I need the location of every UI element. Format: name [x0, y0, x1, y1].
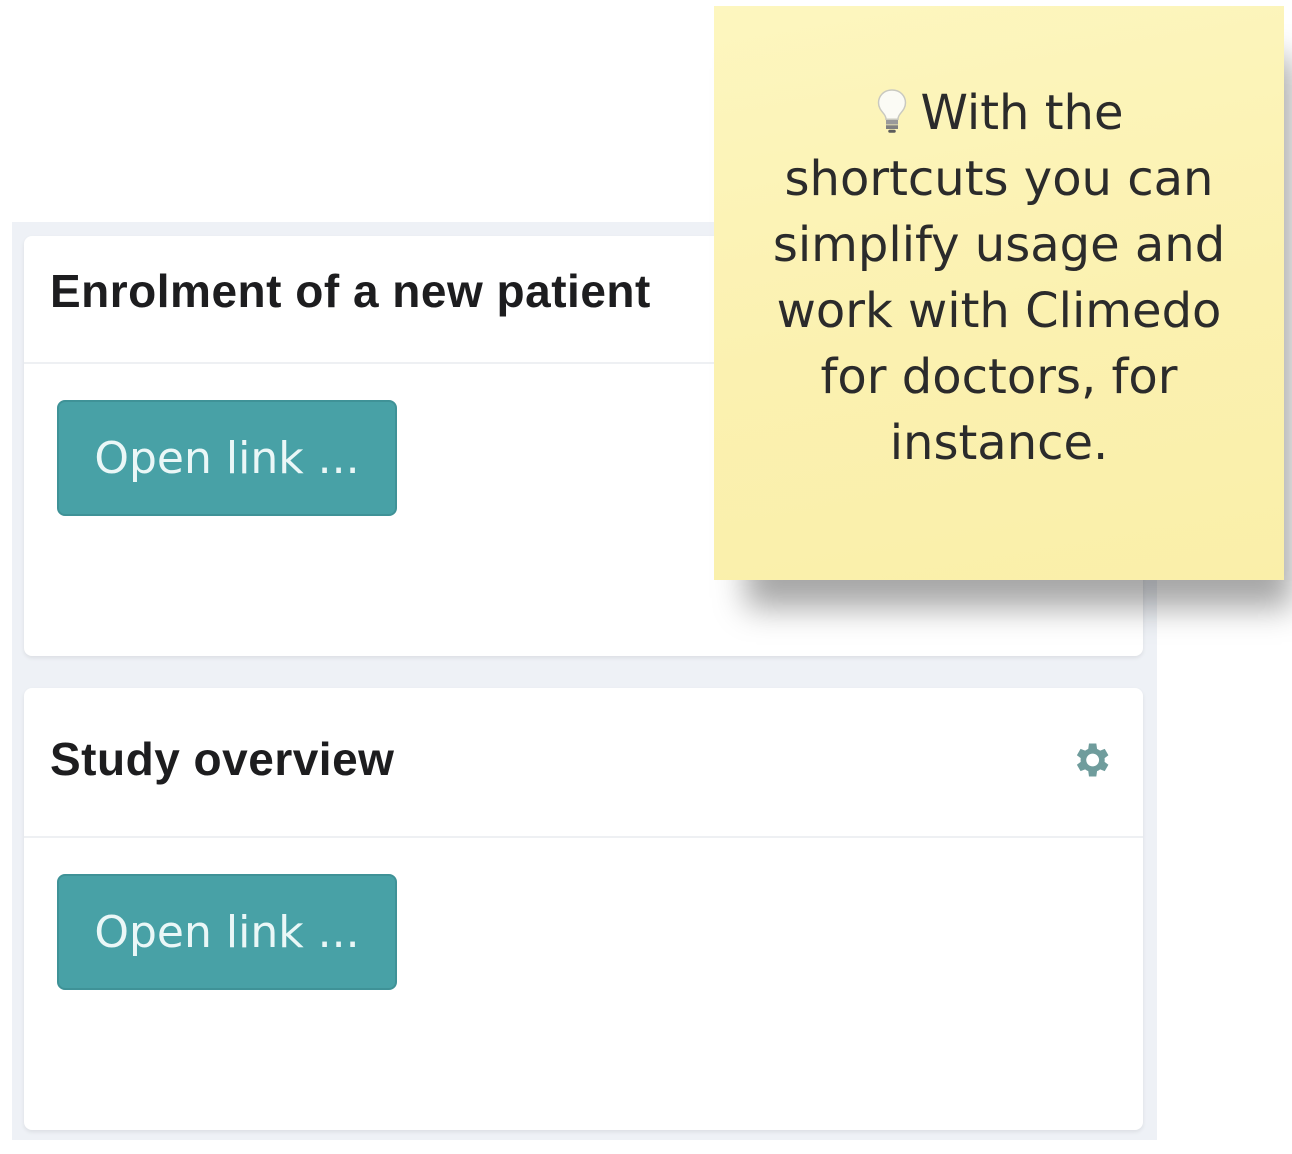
card-header: Study overview	[24, 688, 1143, 838]
shortcut-card-study-overview: Study overview Open link ...	[24, 688, 1143, 1130]
gear-icon[interactable]	[1069, 738, 1113, 782]
sticky-note-text: With the shortcuts you can simplify usag…	[772, 85, 1226, 471]
card-title: Enrolment of a new patient	[50, 265, 651, 317]
sticky-note: With the shortcuts you can simplify usag…	[714, 6, 1284, 580]
page: Enrolment of a new patient Open link ...…	[0, 0, 1292, 1154]
open-link-button[interactable]: Open link ...	[57, 874, 397, 990]
open-link-button[interactable]: Open link ...	[57, 400, 397, 516]
card-title: Study overview	[50, 733, 395, 785]
lightbulb-icon	[878, 89, 907, 133]
